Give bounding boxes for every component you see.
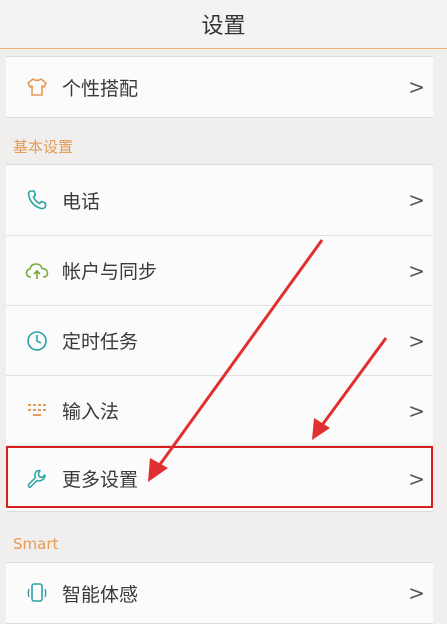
- chevron-right-icon: >: [408, 398, 425, 423]
- menu-item-label: 帐户与同步: [62, 261, 158, 283]
- section-header-smart: Smart: [6, 526, 433, 562]
- chevron-right-icon: >: [408, 466, 425, 491]
- basic-settings-card: 电话 > 帐户与同步 > 定时任务 > 输入法 > 更多设置 >: [6, 164, 433, 512]
- shirt-icon: [24, 74, 50, 100]
- section-title: 基本设置: [13, 137, 74, 156]
- phone-gesture-icon: [24, 580, 50, 606]
- menu-item-label: 电话: [62, 190, 101, 213]
- chevron-right-icon: >: [408, 75, 425, 99]
- chevron-right-icon: >: [408, 188, 425, 212]
- section-header-basic: 基本设置: [6, 128, 433, 164]
- menu-item-smart-motion[interactable]: 智能体感 >: [6, 563, 433, 623]
- menu-item-input-method[interactable]: 输入法 >: [6, 376, 433, 445]
- chevron-right-icon: >: [408, 581, 425, 605]
- chevron-right-icon: >: [408, 258, 425, 283]
- menu-item-more-settings[interactable]: 更多设置 >: [6, 446, 433, 511]
- menu-item-label: 定时任务: [62, 331, 139, 353]
- personalize-card: 个性搭配 >: [6, 56, 433, 118]
- title-bar: 设置: [0, 0, 447, 49]
- section-title: Smart: [13, 535, 59, 553]
- menu-item-label: 智能体感: [62, 583, 139, 606]
- menu-item-label: 更多设置: [62, 469, 139, 491]
- smart-settings-card: 智能体感 >: [6, 562, 433, 624]
- phone-icon: [24, 187, 50, 213]
- menu-item-personalize[interactable]: 个性搭配 >: [6, 57, 433, 117]
- menu-item-account-sync[interactable]: 帐户与同步 >: [6, 236, 433, 305]
- menu-item-scheduled-tasks[interactable]: 定时任务 >: [6, 306, 433, 375]
- wrench-icon: [24, 466, 50, 492]
- menu-item-phone[interactable]: 电话 >: [6, 165, 433, 235]
- cloud-sync-icon: [24, 258, 50, 284]
- clock-icon: [24, 328, 50, 354]
- chevron-right-icon: >: [408, 328, 425, 353]
- keypad-icon: [24, 398, 50, 424]
- menu-item-label: 输入法: [62, 401, 120, 423]
- menu-item-label: 个性搭配: [62, 77, 139, 100]
- page-title: 设置: [201, 14, 246, 39]
